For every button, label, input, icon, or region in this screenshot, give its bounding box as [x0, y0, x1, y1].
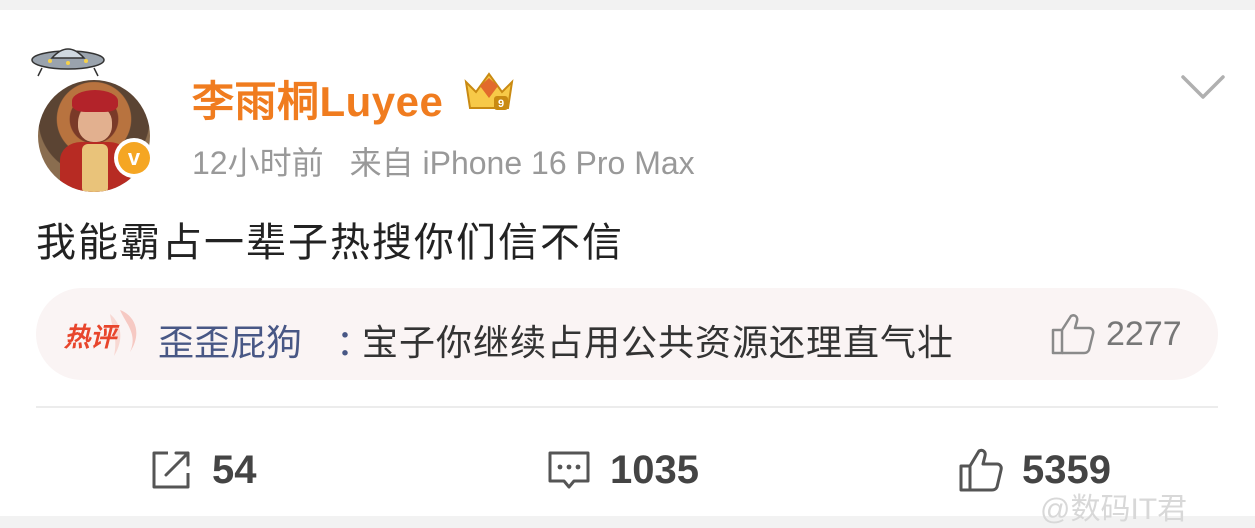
watermark: @数码IT君 — [1040, 493, 1188, 526]
post-meta: 12小时前 来自 iPhone 16 Pro Max — [192, 138, 695, 184]
thumbs-up-icon — [959, 448, 1003, 492]
hot-comment-like-button[interactable]: 2277 — [1050, 312, 1182, 356]
svg-text:9: 9 — [498, 98, 504, 110]
verified-badge: v — [114, 138, 154, 178]
post-card: v 李雨桐Luyee 9 12小时前 来自 iPhone 16 Pro Max 我… — [0, 10, 1255, 526]
comment-button[interactable]: 1035 — [546, 442, 699, 498]
post-source: 来自 iPhone 16 Pro Max — [349, 145, 695, 181]
post-text[interactable]: 我能霸占一辈子热搜你们信不信 — [36, 210, 624, 268]
hot-comment[interactable]: 热评 歪歪屁狗 ： 宝子你继续占用公共资源还理直气壮 2277 — [36, 288, 1218, 380]
hot-comment-text: 宝子你继续占用公共资源还理直气壮 — [362, 322, 955, 363]
verified-badge-label: v — [118, 142, 150, 174]
hot-comment-tag-label: 热评 — [63, 323, 120, 353]
ufo-icon — [31, 48, 105, 77]
chevron-down-icon[interactable] — [1180, 72, 1226, 102]
repost-count: 54 — [212, 447, 257, 492]
thumbs-up-icon — [1051, 314, 1095, 355]
username[interactable]: 李雨桐Luyee — [192, 68, 443, 129]
crown-level-icon[interactable]: 9 — [460, 68, 518, 114]
hot-comment-like-count: 2277 — [1106, 314, 1182, 353]
post-time: 12小时前 — [192, 145, 324, 181]
commenter-name[interactable]: 歪歪屁狗 — [158, 314, 302, 366]
repost-button[interactable]: 54 — [148, 442, 257, 498]
comment-count: 1035 — [610, 447, 699, 492]
share-icon — [152, 451, 190, 489]
divider — [36, 406, 1218, 408]
hot-comment-tag: 热评 — [63, 310, 137, 356]
comment-icon — [548, 451, 590, 489]
avatar-container[interactable]: v — [28, 38, 160, 192]
